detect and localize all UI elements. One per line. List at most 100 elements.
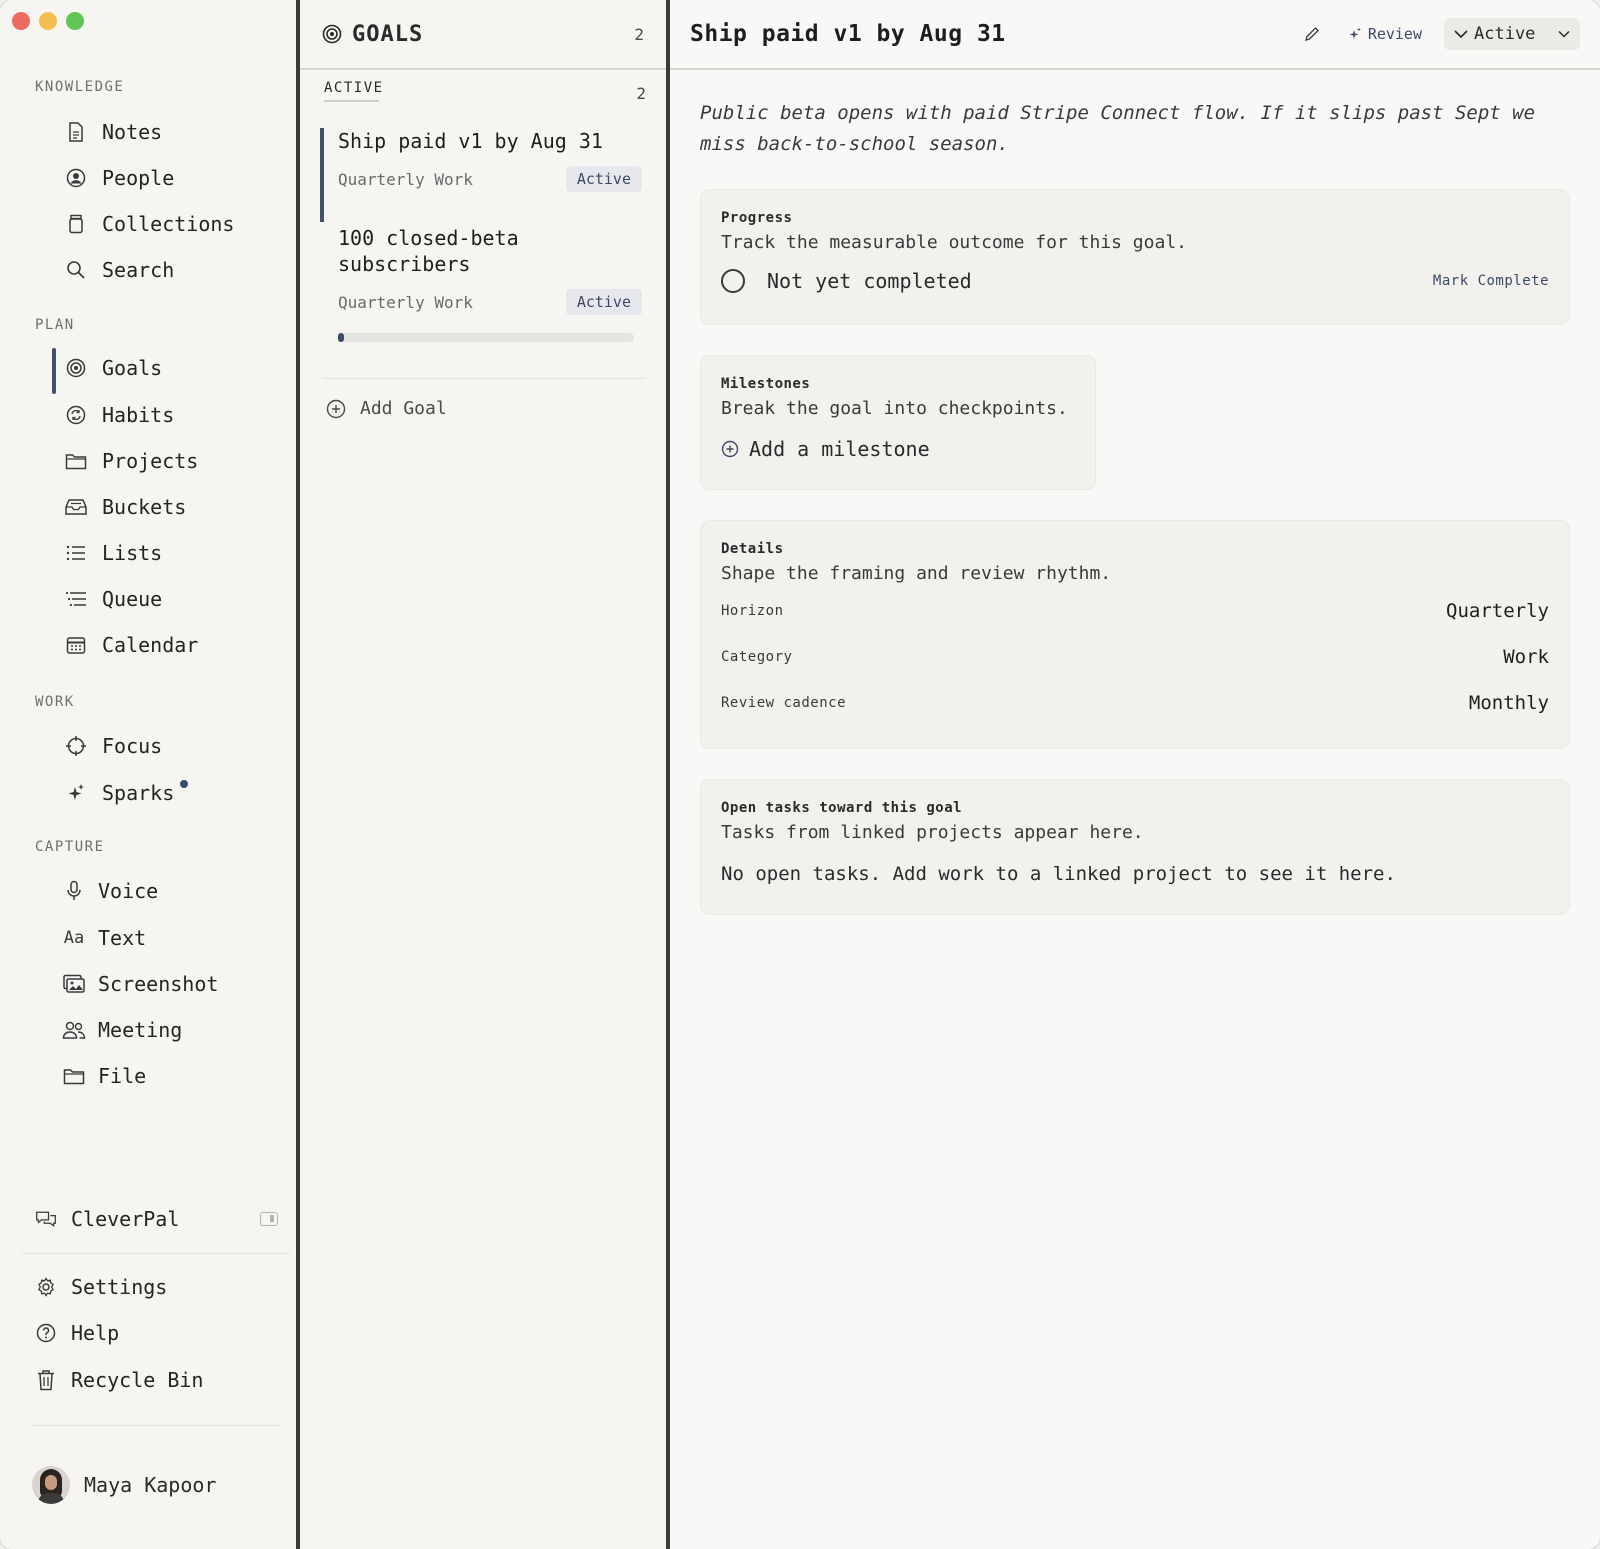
sidebar-item-label: Notes <box>102 120 163 144</box>
chat-bubbles-icon <box>35 1208 57 1230</box>
sidebar-item-collections[interactable]: Collections <box>52 204 282 244</box>
sidebar-item-calendar[interactable]: Calendar <box>52 625 282 665</box>
goal-detail-title: Ship paid v1 by Aug 31 <box>690 21 1006 47</box>
sidebar-item-focus[interactable]: Focus <box>52 726 282 766</box>
avatar <box>32 1466 70 1504</box>
sidebar-item-label: People <box>102 166 175 190</box>
queue-icon <box>64 587 88 611</box>
zoom-window-button[interactable] <box>66 12 84 30</box>
text-icon: Aa <box>63 928 85 948</box>
pencil-icon <box>1304 26 1320 42</box>
plus-circle-icon <box>326 399 346 419</box>
completion-checkbox[interactable] <box>721 269 745 293</box>
sidebar-item-label: Projects <box>102 449 199 473</box>
sidebar-item-file[interactable]: File <box>52 1056 282 1096</box>
sidebar-item-notes[interactable]: Notes <box>52 112 282 152</box>
edit-button[interactable] <box>1304 26 1320 42</box>
calendar-icon <box>64 633 88 657</box>
sidebar-item-queue[interactable]: Queue <box>52 579 282 619</box>
add-goal-label: Add Goal <box>360 398 447 419</box>
sidebar-item-settings[interactable]: Settings <box>35 1267 285 1307</box>
section-label-plan: PLAN <box>35 317 75 333</box>
goals-list-header: GOALS 2 <box>300 0 666 70</box>
sidebar-item-help[interactable]: Help <box>35 1313 285 1353</box>
detail-header: Ship paid v1 by Aug 31 Review Active <box>670 0 1600 70</box>
add-milestone-label: Add a milestone <box>749 437 930 461</box>
people-icon <box>62 1018 86 1042</box>
goal-detail-panel: Ship paid v1 by Aug 31 Review Active Pub… <box>670 0 1600 1549</box>
sparkle-icon <box>1348 27 1362 41</box>
sidebar: KNOWLEDGE Notes People Collections Searc… <box>0 0 300 1549</box>
sidebar-item-label: Buckets <box>102 495 187 519</box>
divider <box>32 1425 280 1426</box>
sidebar-item-people[interactable]: People <box>52 158 282 198</box>
details-card: Details Shape the framing and review rhy… <box>700 520 1570 749</box>
sidebar-item-label: Voice <box>98 879 159 903</box>
group-label-underline <box>324 100 379 102</box>
section-label-work: WORK <box>35 694 75 710</box>
close-window-button[interactable] <box>12 12 30 30</box>
card-subtitle: Tasks from linked projects appear here. <box>721 822 1144 843</box>
note-icon <box>64 120 88 144</box>
goal-progress-fill <box>338 333 344 342</box>
goal-list-item[interactable]: 100 closed-beta subscribers Quarterly Wo… <box>322 225 642 342</box>
sidebar-item-buckets[interactable]: Buckets <box>52 487 282 527</box>
target-icon <box>64 356 88 380</box>
screenshot-icon <box>62 972 86 996</box>
detail-key: Category <box>721 649 793 665</box>
detail-row-category[interactable]: Category Work <box>721 634 1549 680</box>
goal-description[interactable]: Public beta opens with paid Stripe Conne… <box>700 98 1560 160</box>
sidebar-item-label: Calendar <box>102 633 199 657</box>
app-window: KNOWLEDGE Notes People Collections Searc… <box>0 0 1600 1549</box>
section-label-knowledge: KNOWLEDGE <box>35 79 125 95</box>
add-milestone-button[interactable]: Add a milestone <box>721 437 1075 461</box>
inbox-icon <box>64 495 88 519</box>
detail-row-horizon[interactable]: Horizon Quarterly <box>721 588 1549 634</box>
user-name: Maya Kapoor <box>84 1473 217 1497</box>
sidebar-item-label: Search <box>102 258 175 282</box>
section-label-capture: CAPTURE <box>35 839 105 855</box>
completion-status: Not yet completed <box>767 269 972 293</box>
chevron-down-icon <box>1558 30 1570 38</box>
detail-row-cadence[interactable]: Review cadence Monthly <box>721 680 1549 726</box>
divider <box>322 378 646 379</box>
goal-progress-bar <box>338 333 634 342</box>
sidebar-item-projects[interactable]: Projects <box>52 441 282 481</box>
sidebar-item-meeting[interactable]: Meeting <box>52 1010 282 1050</box>
detail-value: Monthly <box>1468 692 1549 714</box>
add-goal-button[interactable]: Add Goal <box>326 398 447 419</box>
goal-title: 100 closed-beta subscribers <box>338 226 519 276</box>
user-profile[interactable]: Maya Kapoor <box>32 1466 216 1504</box>
target-icon <box>322 24 342 44</box>
sidebar-item-screenshot[interactable]: Screenshot <box>52 964 282 1004</box>
group-label-active: ACTIVE <box>324 80 384 96</box>
review-button[interactable]: Review <box>1348 25 1422 43</box>
goal-title: Ship paid v1 by Aug 31 <box>338 129 603 153</box>
status-dropdown[interactable]: Active <box>1444 18 1580 50</box>
goals-list-panel: GOALS 2 ACTIVE 2 Ship paid v1 by Aug 31 … <box>300 0 670 1549</box>
sidebar-item-sparks[interactable]: Sparks <box>52 773 282 813</box>
mark-complete-button[interactable]: Mark Complete <box>1433 273 1549 289</box>
sidebar-item-habits[interactable]: Habits <box>52 395 282 435</box>
sidebar-item-label: Meeting <box>98 1018 183 1042</box>
folder-icon <box>64 449 88 473</box>
sidebar-item-recycle-bin[interactable]: Recycle Bin <box>35 1360 285 1400</box>
detail-value: Quarterly <box>1446 600 1549 622</box>
sidebar-item-lists[interactable]: Lists <box>52 533 282 573</box>
card-subtitle: Break the goal into checkpoints. <box>721 398 1068 419</box>
sidebar-item-voice[interactable]: Voice <box>52 871 282 911</box>
sidebar-item-text[interactable]: Aa Text <box>52 918 282 958</box>
milestones-card: Milestones Break the goal into checkpoin… <box>700 355 1096 490</box>
person-icon <box>64 166 88 190</box>
goal-list-item[interactable]: Ship paid v1 by Aug 31 Quarterly Work Ac… <box>320 128 642 222</box>
panel-toggle-icon[interactable] <box>260 1212 278 1226</box>
sidebar-item-cleverpal[interactable]: CleverPal <box>35 1199 285 1239</box>
microphone-icon <box>62 879 86 903</box>
sidebar-item-label: Queue <box>102 587 163 611</box>
sidebar-item-label: Focus <box>102 734 163 758</box>
review-label: Review <box>1367 25 1422 43</box>
sidebar-item-goals[interactable]: Goals <box>52 348 282 394</box>
card-subtitle: Shape the framing and review rhythm. <box>721 563 1112 584</box>
sidebar-item-search[interactable]: Search <box>52 250 282 290</box>
minimize-window-button[interactable] <box>39 12 57 30</box>
